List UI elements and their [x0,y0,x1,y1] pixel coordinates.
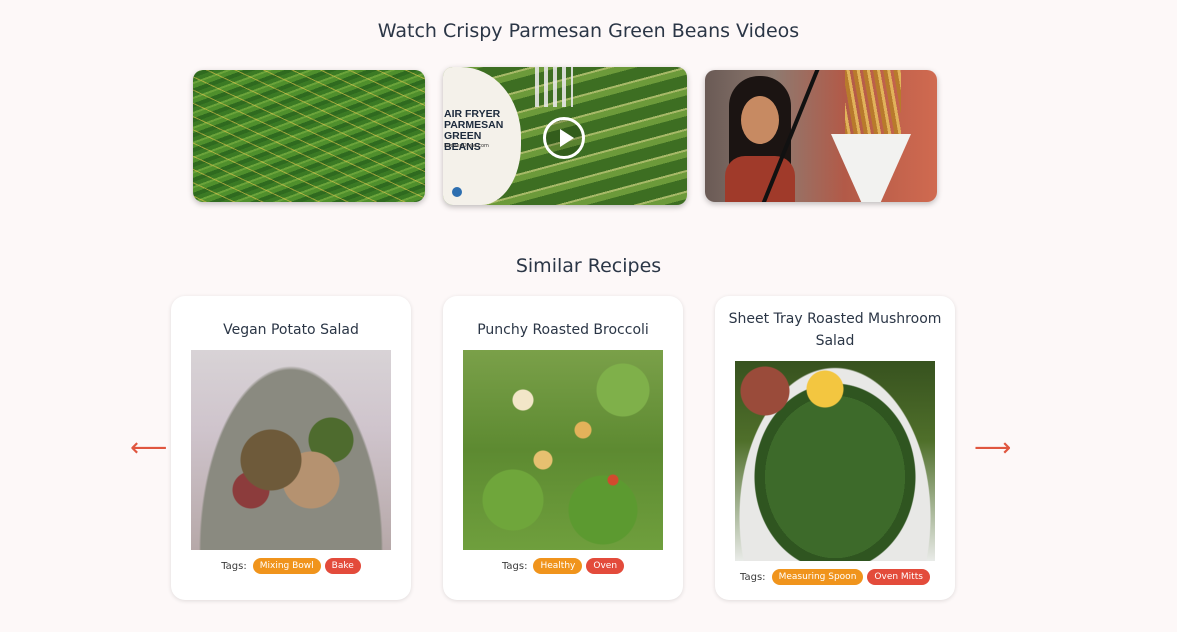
fork-image [535,67,573,107]
recipe-card-image[interactable] [463,350,663,550]
recipe-card-title[interactable]: Vegan Potato Salad [181,319,401,341]
recipe-card[interactable]: Sheet Tray Roasted Mushroom Salad Tags: … [715,296,955,600]
arrow-left-icon[interactable]: ⟵ [130,435,167,461]
tags-label: Tags: [221,560,247,572]
recipe-tags: Tags: Mixing Bowl Bake [171,558,411,574]
fries-image [845,70,901,142]
tag-badge[interactable]: Oven Mitts [867,569,930,585]
play-icon[interactable] [543,117,585,159]
recipe-card[interactable]: Vegan Potato Salad Tags: Mixing Bowl Bak… [171,296,411,600]
similar-recipes-title: Similar Recipes [515,255,662,277]
video-thumbnail-2[interactable]: AIR FRYER PARMESAN GREEN BEANS KitchenDi… [443,67,687,205]
recipe-card[interactable]: Punchy Roasted Broccoli Tags: Healthy Ov… [443,296,683,600]
channel-logo-icon [450,185,464,199]
recipe-card-image[interactable] [191,350,391,550]
host-image [725,76,795,202]
tags-label: Tags: [501,560,528,572]
tag-badge[interactable]: Healthy [533,558,583,574]
tag-badge[interactable]: Mixing Bowl [252,558,321,574]
recipe-card-title[interactable]: Sheet Tray Roasted Mushroom Salad [725,308,945,352]
tags-label: Tags: [740,571,766,583]
tag-badge[interactable]: Oven [586,558,625,574]
recipe-card-image[interactable] [735,361,935,561]
recipe-tags: Tags: Measuring Spoon Oven Mitts [715,569,955,585]
tag-badge[interactable]: Measuring Spoon [771,569,864,585]
arrow-right-icon[interactable]: ⟶ [974,435,1011,461]
video-thumbnail-3[interactable] [705,70,937,202]
recipe-card-title[interactable]: Punchy Roasted Broccoli [453,319,673,341]
green-beans-image [193,70,425,202]
videos-section-title: Watch Crispy Parmesan Green Beans Videos [377,20,800,42]
recipe-tags: Tags: Healthy Oven [443,558,683,574]
video-overlay-url: KitchenDivas.com [444,143,489,149]
tag-badge[interactable]: Bake [324,558,361,574]
video-thumbnail-1[interactable] [193,70,425,202]
